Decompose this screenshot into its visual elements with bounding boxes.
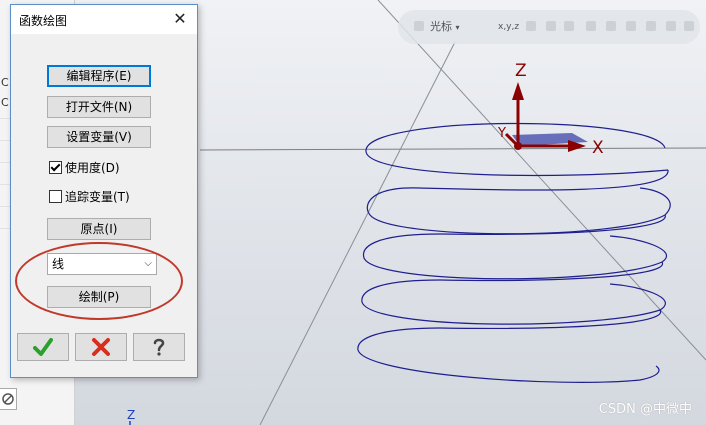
z-arrow (512, 82, 524, 100)
cube-render-icon[interactable] (646, 21, 656, 31)
ok-button[interactable] (17, 333, 69, 361)
xyz-button[interactable]: x,y,z (498, 18, 519, 36)
cursor-dropdown[interactable]: 光标 ▾ (430, 18, 460, 36)
origin-point (514, 142, 522, 150)
cube-shaded-icon[interactable] (626, 21, 636, 31)
left-panel-letter: C (1, 76, 9, 89)
view-toolbar: 光标 ▾ x,y,z (398, 10, 700, 44)
chevron-down-icon[interactable]: ⌵ (144, 254, 152, 274)
x-axis-label: X (592, 138, 604, 158)
axis-gizmo: Z X Y (497, 61, 604, 158)
trace-variables-label: 追踪变量(T) (65, 190, 130, 204)
bottom-axis-label: Z (127, 408, 135, 422)
edit-program-button[interactable]: 编辑程序(E) (47, 65, 151, 87)
question-icon (153, 338, 165, 356)
settings-icon[interactable] (526, 21, 536, 31)
function-plot-dialog: 函数绘图 ✕ 编辑程序(E) 打开文件(N) 设置变量(V) 使用度(D) 追踪… (10, 4, 198, 378)
z-axis-label: Z (515, 61, 527, 81)
dialog-titlebar[interactable]: 函数绘图 ✕ (11, 5, 197, 34)
guide-line (199, 147, 706, 151)
xyz-label: x,y,z (498, 22, 520, 32)
cube-icon[interactable] (586, 21, 596, 31)
no-entry-icon[interactable] (0, 388, 17, 410)
chevron-down-icon: ▾ (455, 23, 460, 32)
y-axis-label: Y (497, 126, 506, 141)
set-variables-button[interactable]: 设置变量(V) (47, 126, 151, 148)
guide-line (259, 41, 456, 425)
left-panel-letter: C (1, 96, 9, 109)
cursor-label: 光标 (430, 20, 452, 33)
checkbox-checked-icon[interactable] (49, 161, 62, 174)
select-icon[interactable] (546, 21, 556, 31)
curve-type-value: 线 (52, 257, 65, 271)
cube-solid-icon[interactable] (606, 21, 616, 31)
dialog-title: 函数绘图 (19, 14, 68, 28)
origin-button[interactable]: 原点(I) (47, 218, 151, 240)
curve-type-select[interactable]: 线 ⌵ (47, 253, 157, 275)
layer-icon[interactable] (666, 21, 676, 31)
checkmark-icon (33, 338, 53, 356)
cancel-button[interactable] (75, 333, 127, 361)
help-button[interactable] (133, 333, 185, 361)
watermark: CSDN @中微中 (598, 402, 692, 417)
close-icon[interactable]: ✕ (169, 8, 191, 30)
cross-icon (92, 338, 110, 356)
use-degrees-checkbox[interactable]: 使用度(D) (49, 160, 120, 176)
box-select-icon[interactable] (564, 21, 574, 31)
more-icon[interactable] (684, 21, 694, 31)
lock-icon[interactable] (414, 21, 424, 31)
trace-variables-checkbox[interactable]: 追踪变量(T) (49, 189, 130, 205)
open-file-button[interactable]: 打开文件(N) (47, 96, 151, 118)
use-degrees-label: 使用度(D) (65, 161, 120, 175)
draw-button[interactable]: 绘制(P) (47, 286, 151, 308)
checkbox-empty-icon[interactable] (49, 190, 62, 203)
helix-curve (357, 122, 671, 383)
